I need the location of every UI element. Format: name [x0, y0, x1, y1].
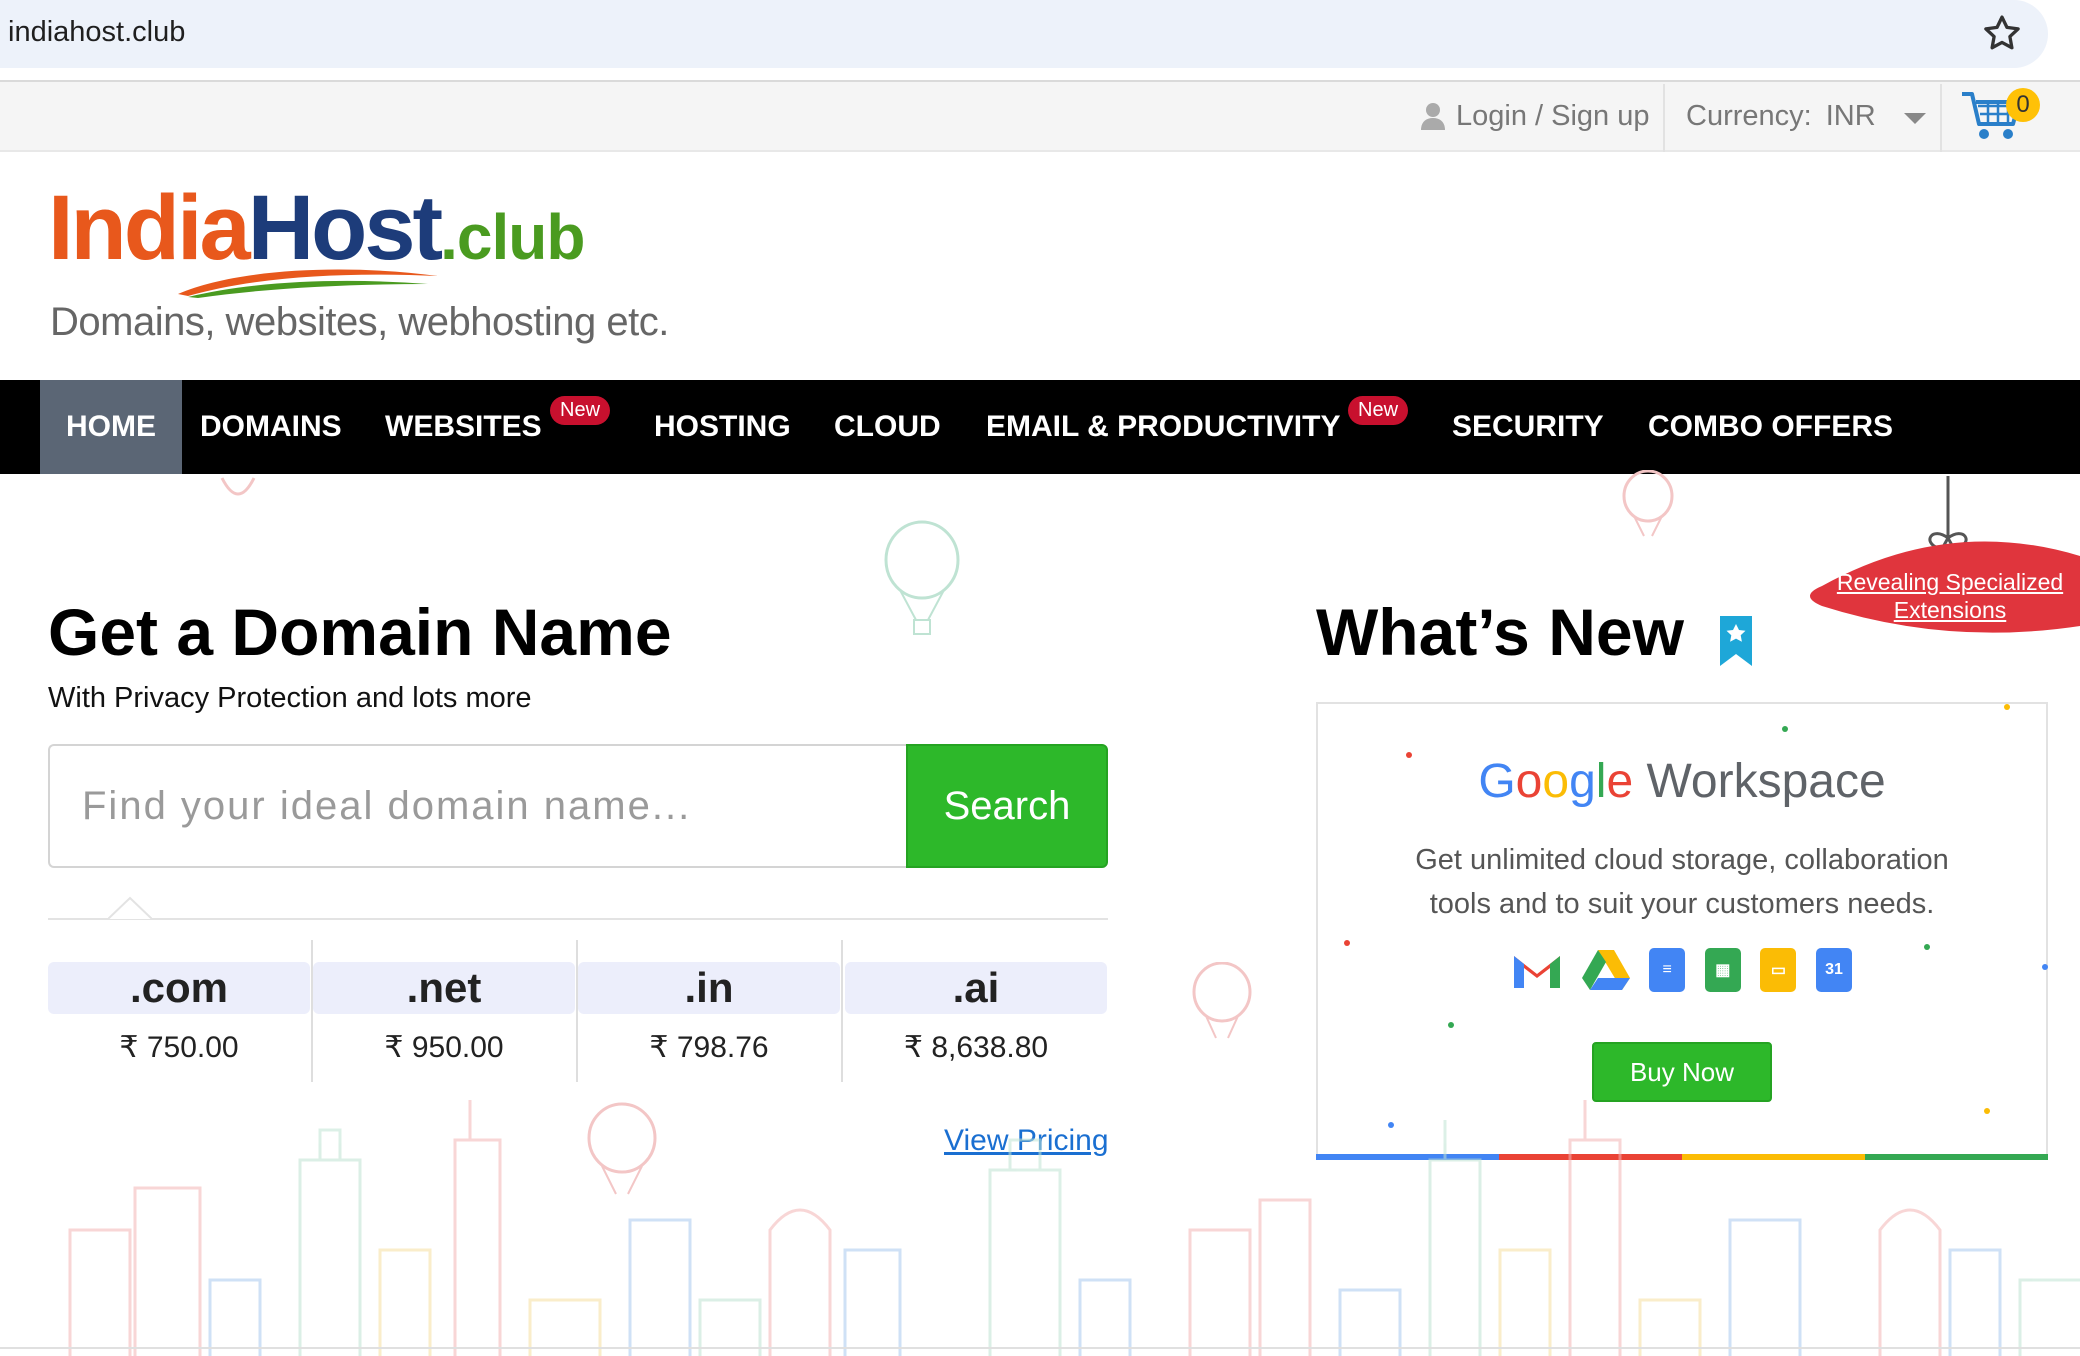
main-nav: HOME DOMAINS WEBSITES New HOSTING CLOUD … [0, 380, 2080, 474]
product-description: Get unlimited cloud storage, collaborati… [1415, 844, 1949, 920]
star-outline-icon[interactable] [1980, 12, 2024, 56]
confetti-dot [1344, 940, 1350, 946]
tld-item-ai[interactable]: .ai ₹ 8,638.80 [845, 940, 1109, 1082]
bookmark-star-icon [1720, 616, 1752, 666]
site-logo[interactable]: IndiaHost.club Domains, websites, webhos… [48, 178, 669, 358]
tld-item-com[interactable]: .com ₹ 750.00 [48, 940, 312, 1082]
whats-new-title: What’s New [1316, 595, 1684, 669]
login-label: Login / Sign up [1456, 99, 1650, 132]
pointer-notch-icon [108, 896, 152, 920]
confetti-dot [1782, 726, 1788, 732]
google-workspace-logo: Google Workspace [1478, 755, 1886, 808]
url-text[interactable]: indiahost.club [8, 16, 185, 49]
cart-count-badge: 0 [2006, 88, 2040, 122]
currency-selector[interactable]: Currency: INR [1686, 96, 1926, 136]
drive-icon [1581, 950, 1630, 990]
confetti-dot [1448, 1022, 1454, 1028]
confetti-dot [2042, 964, 2048, 970]
promo-link[interactable]: Revealing Specialized Extensions [1820, 568, 2080, 624]
tld-price: ₹ 798.76 [649, 1031, 769, 1064]
currency-label: Currency: [1686, 99, 1812, 132]
gmail-icon [1514, 956, 1560, 988]
address-bar[interactable] [0, 0, 2048, 68]
nav-item-domains[interactable]: DOMAINS [200, 380, 342, 474]
section-divider [48, 918, 1108, 920]
slides-icon: ▭ [1760, 948, 1797, 992]
confetti-dot [2004, 704, 2010, 710]
logo-swoosh-icon [178, 269, 438, 298]
tld-name: .net [313, 962, 575, 1014]
login-link[interactable]: Login / Sign up [1420, 96, 1649, 136]
chevron-down-icon [1903, 112, 1926, 124]
city-skyline-decoration [0, 1100, 2080, 1356]
nav-item-combo-offers[interactable]: COMBO OFFERS [1648, 380, 1893, 474]
sheets-icon: ▦ [1704, 948, 1741, 992]
balloon-decoration-icon [220, 477, 256, 496]
nav-item-websites[interactable]: WEBSITES [385, 380, 542, 474]
currency-value: INR [1825, 99, 1876, 132]
tld-price: ₹ 8,638.80 [903, 1031, 1049, 1064]
divider [1663, 84, 1665, 152]
nav-item-cloud[interactable]: CLOUD [834, 380, 941, 474]
tld-price: ₹ 950.00 [384, 1031, 504, 1064]
balloon-decoration-icon [884, 520, 960, 635]
tld-name: .in [578, 962, 840, 1014]
domain-search-box[interactable] [48, 744, 908, 868]
nav-item-home[interactable]: HOME [40, 380, 182, 474]
tld-name: .com [48, 962, 310, 1014]
nav-item-email-productivity[interactable]: EMAIL & PRODUCTIVITY [986, 380, 1340, 474]
new-badge: New [1348, 396, 1409, 425]
tld-item-net[interactable]: .net ₹ 950.00 [313, 940, 577, 1082]
tld-item-in[interactable]: .in ₹ 798.76 [578, 940, 842, 1082]
page-subtitle: With Privacy Protection and lots more [48, 682, 532, 714]
balloon-decoration-icon [1622, 470, 1674, 537]
tld-price: ₹ 750.00 [119, 1031, 239, 1064]
tld-name: .ai [845, 962, 1107, 1014]
search-button[interactable]: Search [906, 744, 1108, 868]
balloon-decoration-icon [1192, 962, 1252, 1039]
logo-tagline: Domains, websites, webhosting etc. [50, 300, 669, 344]
nav-item-security[interactable]: SECURITY [1452, 380, 1604, 474]
page-title: Get a Domain Name [48, 595, 672, 669]
app-icons-row: ≡ ▦ ▭ 31 [1512, 948, 1852, 994]
nav-item-hosting[interactable]: HOSTING [654, 380, 791, 474]
divider [841, 940, 843, 1082]
new-badge: New [550, 396, 611, 425]
confetti-dot [1924, 944, 1930, 950]
buy-now-button[interactable]: Buy Now [1592, 1042, 1772, 1102]
divider [1940, 84, 1942, 152]
docs-icon: ≡ [1649, 948, 1686, 992]
calendar-icon: 31 [1815, 948, 1852, 992]
user-icon [1421, 103, 1445, 130]
domain-search-input[interactable] [50, 746, 908, 866]
